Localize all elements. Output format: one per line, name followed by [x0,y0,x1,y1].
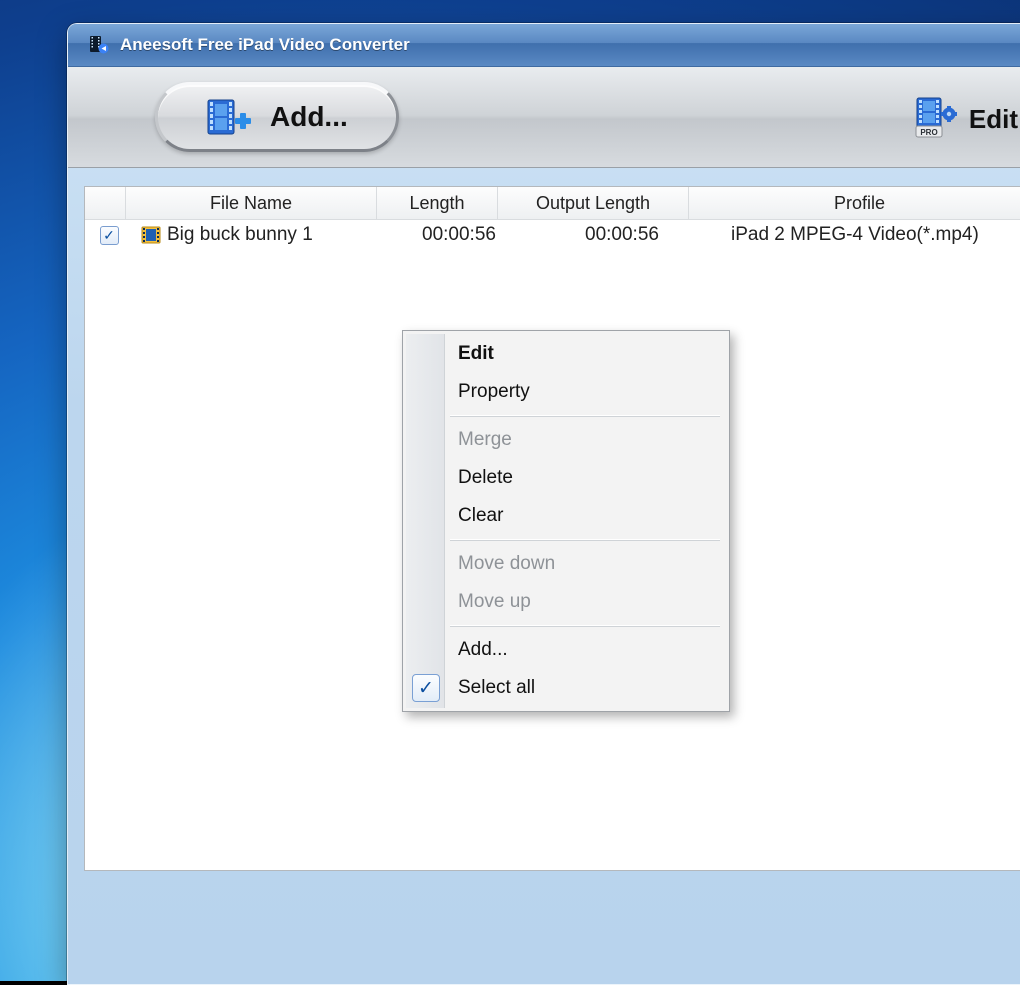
column-header-check[interactable] [85,187,126,219]
menu-separator [450,539,720,541]
window-title: Aneesoft Free iPad Video Converter [120,35,410,55]
menu-item-select-all-label: Select all [458,677,535,698]
edit-pro-icon: PRO [913,96,957,142]
menu-item-select-all[interactable]: ✓ Select all [406,669,726,707]
video-file-icon [141,226,161,244]
app-icon [88,34,110,56]
svg-text:PRO: PRO [920,128,937,137]
column-header-output-length[interactable]: Output Length [498,187,689,219]
cell-length: 00:00:56 [395,224,523,246]
menu-separator [450,415,720,417]
row-checkbox[interactable]: ✓ [100,226,119,245]
film-plus-icon [206,96,252,138]
menu-separator [450,625,720,627]
edit-button[interactable]: PRO Edit [913,96,1018,142]
check-icon: ✓ [412,674,440,702]
menu-item-delete[interactable]: Delete [406,459,726,497]
title-bar[interactable]: Aneesoft Free iPad Video Converter [68,24,1020,67]
cell-profile: iPad 2 MPEG-4 Video(*.mp4) [721,224,1020,246]
add-button-label: Add... [270,101,348,133]
column-header-filename[interactable]: File Name [126,187,377,219]
cell-output-length: 00:00:56 [523,224,721,246]
menu-item-edit[interactable]: Edit [406,335,726,373]
column-header-profile[interactable]: Profile [689,187,1020,219]
column-header-length[interactable]: Length [377,187,498,219]
add-button[interactable]: Add... [155,82,399,152]
table-row[interactable]: ✓ Big buck bunny 1 00:00:56 00:00:56 iPa… [85,220,1020,250]
menu-item-property[interactable]: Property [406,373,726,411]
toolbar: Add... PRO Edit [68,67,1020,168]
menu-item-add[interactable]: Add... [406,631,726,669]
column-header-row: File Name Length Output Length Profile [85,187,1020,220]
cell-filename: Big buck bunny 1 [167,224,313,246]
menu-item-clear[interactable]: Clear [406,497,726,535]
menu-item-move-down: Move down [406,545,726,583]
context-menu: Edit Property Merge Delete Clear Move do… [402,330,730,712]
menu-item-merge: Merge [406,421,726,459]
edit-button-label: Edit [969,104,1018,135]
menu-item-move-up: Move up [406,583,726,621]
